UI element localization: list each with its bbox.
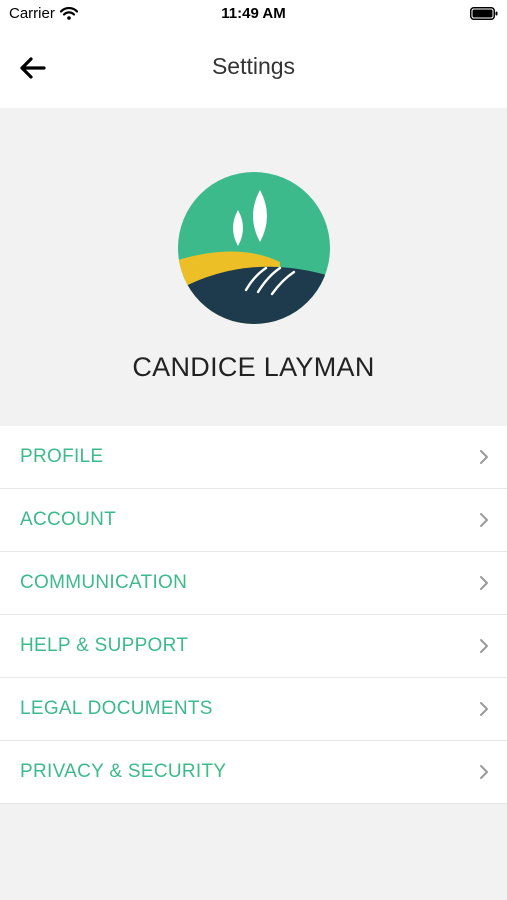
menu-item-label: COMMUNICATION (20, 572, 188, 593)
menu-item-legal-documents[interactable]: LEGAL DOCUMENTS (0, 678, 507, 741)
menu-item-communication[interactable]: COMMUNICATION (0, 552, 507, 615)
chevron-right-icon (480, 576, 488, 590)
menu-item-help-support[interactable]: HELP & SUPPORT (0, 615, 507, 678)
chevron-right-icon (480, 639, 488, 653)
settings-menu: PROFILE ACCOUNT COMMUNICATION HELP & SUP… (0, 426, 507, 804)
battery-icon (470, 7, 498, 20)
page-title: Settings (211, 53, 296, 79)
menu-item-label: ACCOUNT (20, 509, 117, 530)
menu-item-label: PROFILE (20, 446, 104, 467)
menu-item-label: HELP & SUPPORT (20, 635, 189, 656)
chevron-right-icon (480, 450, 488, 464)
menu-item-profile[interactable]: PROFILE (0, 426, 507, 489)
navigation-bar: Settings (0, 28, 507, 108)
menu-item-privacy-security[interactable]: PRIVACY & SECURITY (0, 741, 507, 804)
chevron-right-icon (480, 765, 488, 779)
menu-item-label: LEGAL DOCUMENTS (20, 698, 213, 719)
status-bar: Carrier 11:49 AM (0, 0, 507, 28)
profile-header: CANDICE LAYMAN (0, 108, 507, 426)
menu-item-account[interactable]: ACCOUNT (0, 489, 507, 552)
menu-item-label: PRIVACY & SECURITY (20, 761, 227, 782)
chevron-right-icon (480, 513, 488, 527)
app-logo (178, 172, 330, 324)
chevron-right-icon (480, 702, 488, 716)
status-time: 11:49 AM (221, 5, 286, 22)
user-name: CANDICE LAYMAN (132, 352, 375, 382)
